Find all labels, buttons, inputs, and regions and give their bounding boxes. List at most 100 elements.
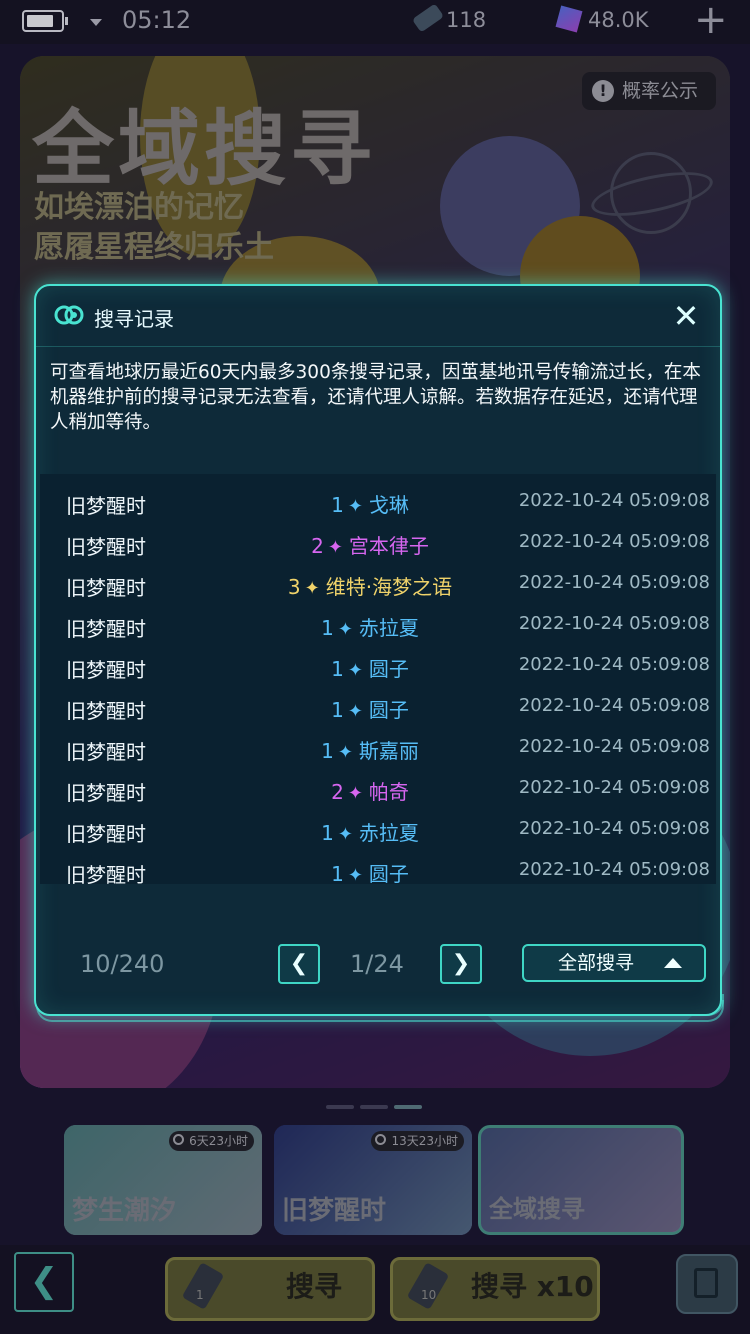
table-row: 旧梦醒时 1 ✦ 赤拉夏 2022-10-24 05:09:08 [40,810,716,851]
item-name: 赤拉夏 [358,821,419,845]
record-time: 2022-10-24 05:09:08 [518,777,710,798]
pool-name: 旧梦醒时 [66,617,146,641]
dialog-header: 搜寻记录 ✕ [36,286,720,347]
item-name: 宫本律子 [348,534,429,558]
clock-icon: 6天23小时 [169,1131,254,1151]
item-cell: 1 ✦ 斯嘉丽 [220,735,520,764]
item-cell: 1 ✦ 圆子 [220,653,520,682]
record-time: 2022-10-24 05:09:08 [518,654,710,675]
record-time: 2022-10-24 05:09:08 [518,859,710,880]
clock-icon: 13天23小时 [371,1131,464,1151]
item-name: 圆子 [368,657,409,681]
chevron-down-icon [90,19,102,26]
star-icon: ✦ [347,865,363,886]
record-time: 2022-10-24 05:09:08 [518,531,710,552]
logo-icon [54,305,84,325]
pool-card-label: 全域搜寻 [489,1195,585,1223]
rarity-value: 1 [321,821,334,845]
star-icon: ✦ [327,537,343,558]
close-icon[interactable]: ✕ [666,296,706,336]
table-row: 旧梦醒时 1 ✦ 斯嘉丽 2022-10-24 05:09:08 [40,728,716,769]
rarity-value: 1 [331,493,344,517]
item-name: 戈琳 [368,493,409,517]
ticket-count: 118 [446,8,487,32]
alert-icon: ! [592,80,614,102]
banner-subtitle: 愿履星程终归乐土 [34,230,274,265]
crystal-icon [555,5,583,33]
pool-name: 旧梦醒时 [66,658,146,682]
add-icon[interactable]: + [694,0,728,40]
banner-subtitle: 如埃漂泊的记忆 [34,190,244,225]
back-button[interactable]: ❮ [14,1252,74,1312]
item-cell: 2 ✦ 帕奇 [220,776,520,805]
ticket-cost: 1 [196,1288,204,1302]
record-time: 2022-10-24 05:09:08 [518,490,710,511]
record-count: 10/240 [80,950,165,978]
rarity-value: 2 [311,534,324,558]
pool-card-label: 梦生潮汐 [72,1196,177,1226]
carousel-dot-active [394,1105,422,1109]
rarity-value: 1 [321,739,334,763]
carousel-dot [326,1105,354,1109]
star-icon: ✦ [304,578,320,599]
search-record-dialog: 搜寻记录 ✕ 可查看地球历最近60天内最多300条搜寻记录，因茧基地讯号传输流过… [34,284,722,1016]
record-time: 2022-10-24 05:09:08 [518,818,710,839]
table-row: 旧梦醒时 1 ✦ 戈琳 2022-10-24 05:09:08 [40,482,716,523]
item-cell: 1 ✦ 赤拉夏 [220,817,520,846]
search-ten-label: 搜寻 x10 [471,1270,594,1303]
pool-name: 旧梦醒时 [66,535,146,559]
star-icon: ✦ [337,619,353,640]
table-row: 旧梦醒时 1 ✦ 赤拉夏 2022-10-24 05:09:08 [40,605,716,646]
record-time: 2022-10-24 05:09:08 [518,572,710,593]
dialog-title: 搜寻记录 [94,307,174,331]
table-row: 旧梦醒时 1 ✦ 圆子 2022-10-24 05:09:08 [40,646,716,687]
star-icon: ✦ [347,496,363,517]
status-bar: 05:12 118 48.0K + [0,0,750,44]
pool-card[interactable]: 13天23小时 旧梦醒时 [274,1125,472,1235]
item-name: 维特·海梦之语 [325,575,453,599]
rarity-value: 1 [331,657,344,681]
star-icon: ✦ [347,660,363,681]
search-once-label: 搜寻 [286,1270,343,1303]
search-ten-button[interactable]: 10 搜寻 x10 [390,1257,600,1321]
rarity-value: 1 [321,616,334,640]
item-name: 赤拉夏 [358,616,419,640]
pool-card[interactable]: 6天23小时 梦生潮汐 [64,1125,262,1235]
next-page-button[interactable]: ❯ [440,944,482,984]
pool-name: 旧梦醒时 [66,822,146,846]
item-name: 帕奇 [368,780,409,804]
item-cell: 1 ✦ 圆子 [220,858,520,887]
pool-name: 旧梦醒时 [66,576,146,600]
record-time: 2022-10-24 05:09:08 [518,695,710,716]
pool-card-selected[interactable]: 全域搜寻 [478,1125,684,1235]
star-icon: ✦ [337,824,353,845]
rarity-value: 3 [287,575,301,599]
record-icon[interactable] [676,1254,738,1314]
rarity-value: 1 [331,862,344,886]
item-name: 圆子 [368,698,409,722]
carousel-dot [360,1105,388,1109]
pool-name: 旧梦醒时 [66,494,146,518]
record-table: 旧梦醒时 1 ✦ 戈琳 2022-10-24 05:09:08 旧梦醒时 2 ✦ 宫本律子 202… [40,474,716,887]
pool-filter-dropdown[interactable]: 全部搜寻 [522,944,706,982]
star-icon: ✦ [337,742,353,763]
ticket-icon [406,1262,450,1310]
search-once-button[interactable]: 1 搜寻 [165,1257,375,1321]
clock-time: 05:12 [122,6,192,34]
chevron-right-icon: ❯ [451,951,471,976]
item-cell: 1 ✦ 圆子 [220,694,520,723]
rarity-value: 2 [331,780,344,804]
probability-button[interactable]: ! 概率公示 [582,72,716,110]
item-cell: 1 ✦ 赤拉夏 [220,612,520,641]
item-cell: 3 ✦ 维特·海梦之语 [220,571,520,600]
filter-label: 全部搜寻 [558,952,635,974]
caret-up-icon [664,958,682,968]
item-name: 斯嘉丽 [358,739,419,763]
chevron-left-icon: ❮ [289,951,309,976]
ticket-icon [181,1262,225,1310]
pool-name: 旧梦醒时 [66,863,146,887]
rarity-value: 1 [331,698,344,722]
star-icon: ✦ [347,783,363,804]
ticket-cost: 10 [421,1288,437,1302]
prev-page-button[interactable]: ❮ [278,944,320,984]
